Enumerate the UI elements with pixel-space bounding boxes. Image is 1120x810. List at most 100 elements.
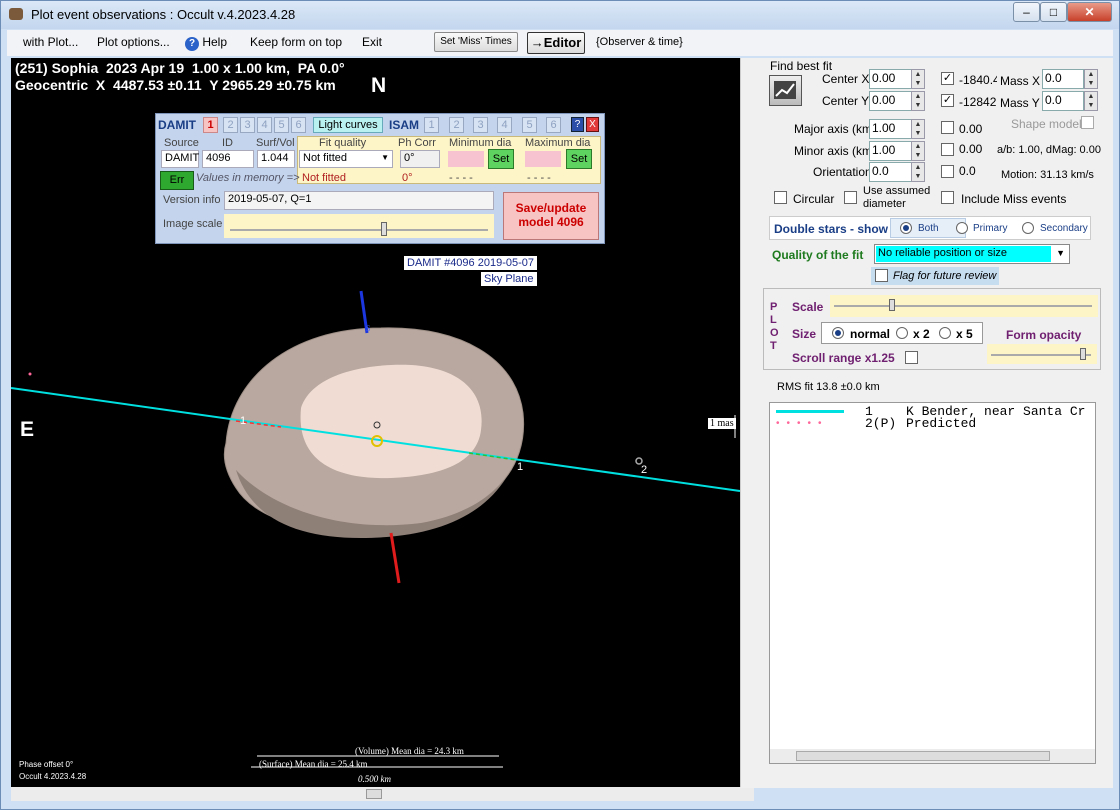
- orientation-spinner[interactable]: ▲ ▼: [911, 162, 925, 182]
- damit-model-3[interactable]: 3: [240, 117, 255, 133]
- size-x5-radio[interactable]: [939, 327, 951, 339]
- include-miss-checkbox[interactable]: [941, 191, 954, 204]
- minor-axis-checkbox[interactable]: [941, 143, 954, 156]
- mem-min-dia: - - - -: [449, 172, 473, 184]
- orientation-value: 0.0: [959, 164, 976, 178]
- minor-axis-input[interactable]: 1.00: [869, 141, 912, 161]
- motion-info: Motion: 31.13 km/s: [1001, 169, 1094, 181]
- menu-exit[interactable]: Exit: [362, 35, 382, 49]
- shape-model-checkbox[interactable]: [1081, 116, 1094, 129]
- set-max-button[interactable]: Set: [566, 149, 592, 169]
- scroll-range-checkbox[interactable]: [905, 351, 918, 364]
- mass-x-input[interactable]: 0.0: [1042, 69, 1084, 89]
- version-info-field[interactable]: 2019-05-07, Q=1: [224, 191, 494, 210]
- mass-y-spinner[interactable]: ▲ ▼: [1084, 91, 1098, 111]
- damit-close-button[interactable]: X: [586, 117, 599, 132]
- damit-model-5[interactable]: 5: [274, 117, 289, 133]
- surface-mean-dia: (Surface) Mean dia = 25.4 km: [259, 759, 368, 769]
- isam-model-6[interactable]: 6: [546, 117, 561, 133]
- double-stars-group: Double stars - show Both Primary Seconda…: [769, 216, 1091, 240]
- plot-letter-p: P: [770, 301, 778, 313]
- center-y-checkbox[interactable]: ✓: [941, 94, 954, 107]
- flag-review-group: Flag for future review: [871, 267, 999, 285]
- damit-model-1[interactable]: 1: [203, 117, 218, 133]
- isam-model-2[interactable]: 2: [449, 117, 464, 133]
- double-stars-primary-radio[interactable]: [956, 222, 968, 234]
- flag-review-checkbox[interactable]: [875, 269, 888, 282]
- isam-model-4[interactable]: 4: [497, 117, 512, 133]
- form-opacity-slider[interactable]: [987, 344, 1097, 364]
- circular-checkbox[interactable]: [774, 191, 787, 204]
- plot-area[interactable]: (251) Sophia 2023 Apr 19 1.00 x 1.00 km,…: [11, 58, 740, 787]
- damit-model-4[interactable]: 4: [257, 117, 272, 133]
- menu-bar: with Plot... Plot options... ? Help Keep…: [7, 30, 1113, 56]
- save-button-line1: Save/update: [515, 201, 587, 215]
- double-stars-secondary-radio[interactable]: [1022, 222, 1034, 234]
- damit-model-2[interactable]: 2: [223, 117, 238, 133]
- legend-scroll-thumb[interactable]: [796, 751, 1050, 761]
- min-dia-field[interactable]: [448, 151, 484, 167]
- plot-horizontal-scrollbar[interactable]: [11, 787, 754, 801]
- legend-text-2: Predicted: [906, 416, 977, 431]
- isam-model-1[interactable]: 1: [424, 117, 439, 133]
- major-axis-label: Major axis (km): [794, 122, 877, 136]
- set-miss-times-button[interactable]: Set 'Miss' Times: [434, 32, 518, 52]
- set-min-button[interactable]: Set: [488, 149, 514, 169]
- center-x-checkbox[interactable]: ✓: [941, 72, 954, 85]
- orientation-checkbox[interactable]: [941, 165, 954, 178]
- center-y-input[interactable]: 0.00: [869, 91, 912, 111]
- scale-slider-thumb[interactable]: [889, 299, 896, 311]
- size-normal-radio[interactable]: [832, 327, 844, 339]
- form-opacity-thumb[interactable]: [1080, 348, 1087, 360]
- double-stars-both-radio[interactable]: [900, 222, 912, 234]
- center-y-spinner[interactable]: ▲ ▼: [911, 91, 925, 111]
- isam-model-5[interactable]: 5: [522, 117, 537, 133]
- scale-slider[interactable]: [830, 295, 1098, 317]
- image-scale-slider[interactable]: [224, 214, 494, 238]
- use-assumed-diameter-checkbox[interactable]: [844, 191, 857, 204]
- horizontal-scroll-thumb[interactable]: [366, 789, 382, 799]
- minor-axis-spinner[interactable]: ▲ ▼: [911, 141, 925, 161]
- mass-x-label: Mass X: [1000, 74, 1041, 88]
- major-axis-spinner[interactable]: ▲ ▼: [911, 119, 925, 139]
- save-update-model-button[interactable]: Save/update model 4096: [503, 192, 599, 240]
- menu-with-plot[interactable]: with Plot...: [23, 35, 78, 49]
- damit-title: DAMIT: [158, 118, 196, 132]
- fit-quality-select[interactable]: Not fitted ▼: [299, 150, 393, 168]
- image-scale-thumb[interactable]: [381, 222, 388, 236]
- id-field[interactable]: 4096: [202, 150, 254, 168]
- major-axis-input[interactable]: 1.00: [869, 119, 912, 139]
- err-button[interactable]: Err: [160, 171, 194, 190]
- ph-corr-field[interactable]: 0°: [400, 150, 440, 168]
- menu-keep-form-on-top[interactable]: Keep form on top: [250, 35, 342, 49]
- center-x-input[interactable]: 0.00: [869, 69, 912, 89]
- mass-x-spinner[interactable]: ▲ ▼: [1084, 69, 1098, 89]
- size-x2-radio[interactable]: [896, 327, 908, 339]
- save-button-line2: model 4096: [518, 215, 584, 229]
- close-button[interactable]: ✕: [1067, 2, 1112, 22]
- center-x-spinner[interactable]: ▲ ▼: [911, 69, 925, 89]
- legend-horizontal-scrollbar[interactable]: [770, 749, 1095, 763]
- find-best-fit-button[interactable]: [769, 75, 802, 106]
- menu-help[interactable]: ? Help: [185, 35, 227, 51]
- light-curves-button[interactable]: Light curves: [313, 117, 383, 133]
- maximize-button[interactable]: □: [1040, 2, 1067, 22]
- use-assumed-line2: diameter: [863, 198, 906, 210]
- surfvol-field[interactable]: 1.044: [257, 150, 295, 168]
- damit-help-button[interactable]: ?: [571, 117, 584, 132]
- menu-plot-options[interactable]: Plot options...: [97, 35, 170, 49]
- model-caption-line1: DAMIT #4096 2019-05-07: [404, 256, 537, 270]
- minimize-button[interactable]: –: [1013, 2, 1040, 22]
- source-field[interactable]: DAMIT: [161, 150, 199, 168]
- editor-button[interactable]: →Editor: [527, 32, 585, 54]
- mass-y-input[interactable]: 0.0: [1042, 91, 1084, 111]
- orientation-input[interactable]: 0.0: [869, 162, 912, 182]
- plot-letter-l: L: [770, 314, 777, 326]
- col-phcorr-header: Ph Corr: [398, 137, 436, 149]
- max-dia-field[interactable]: [525, 151, 561, 167]
- major-axis-checkbox[interactable]: [941, 121, 954, 134]
- damit-model-6[interactable]: 6: [291, 117, 306, 133]
- isam-model-3[interactable]: 3: [473, 117, 488, 133]
- quality-of-fit-select[interactable]: No reliable position or size ▼: [874, 244, 1070, 264]
- menu-help-label: Help: [202, 35, 228, 49]
